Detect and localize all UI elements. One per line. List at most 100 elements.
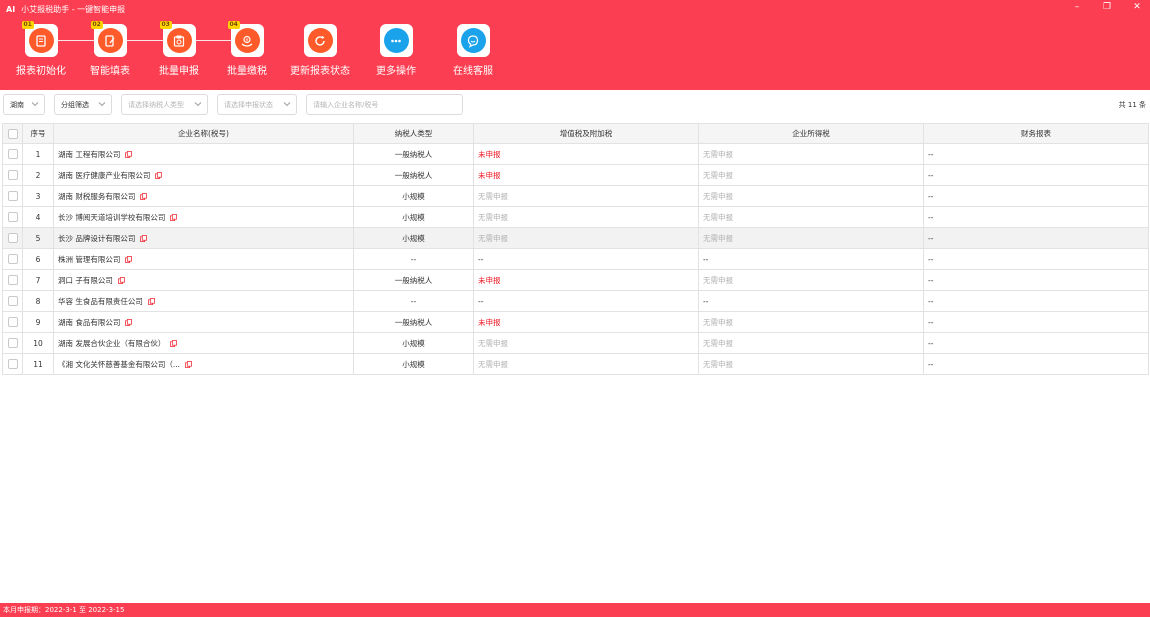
taxpayer-type-cell: -- <box>353 248 474 270</box>
table-row[interactable]: 6 株洲 管理有限公司 -- -- -- -- <box>2 248 1149 270</box>
row-checkbox[interactable] <box>2 164 23 186</box>
customer-service-icon <box>460 28 486 53</box>
table-row[interactable]: 10 湖南 发展合伙企业（有限合伙） 小规模 无需申报 无需申报 -- <box>2 332 1149 354</box>
toolbar-label: 报表初始化 <box>16 66 66 77</box>
chevron-down-icon <box>98 102 106 107</box>
vat-status-cell: 无需申报 <box>473 353 699 375</box>
copy-icon[interactable] <box>155 172 163 179</box>
search-input[interactable]: 请输入企业名称/税号 <box>306 94 463 115</box>
copy-icon[interactable] <box>125 256 133 263</box>
row-index: 3 <box>22 185 54 207</box>
table-row[interactable]: 5 长沙 品牌设计有限公司 小规模 无需申报 无需申报 -- <box>2 227 1149 249</box>
taxpayer-type-cell: 一般纳税人 <box>353 143 474 165</box>
taxpayer-type-cell: -- <box>353 290 474 312</box>
row-checkbox[interactable] <box>2 311 23 333</box>
online-service-button[interactable]: 在线客服 <box>437 24 509 77</box>
more-actions-button[interactable]: 更多操作 <box>360 24 432 77</box>
toolbar-label: 智能填表 <box>90 66 130 77</box>
row-checkbox[interactable] <box>2 290 23 312</box>
cit-status-cell: 无需申报 <box>698 332 924 354</box>
chevron-down-icon <box>194 102 202 107</box>
copy-icon[interactable] <box>125 319 133 326</box>
company-name: 湖南 医疗健康产业有限公司 <box>58 170 151 180</box>
company-table: 序号 企业名称(税号) 纳税人类型 增值税及附加税 企业所得税 财务报表 1 湖南… <box>2 123 1149 375</box>
taxpayer-type-select[interactable]: 请选择纳税人类型 <box>121 94 208 115</box>
batch-declare-icon <box>166 28 192 53</box>
table-row[interactable]: 8 华容 生食品有限责任公司 -- -- -- -- <box>2 290 1149 312</box>
copy-icon[interactable] <box>185 361 192 368</box>
row-checkbox[interactable] <box>2 185 23 207</box>
smart-fill-button[interactable]: 02 智能填表 <box>74 21 146 77</box>
table-row[interactable]: 11 《湘 文化关怀慈善基金有限公司（... 小规模 无需申报 无需申报 -- <box>2 353 1149 375</box>
cit-status-cell: 无需申报 <box>698 269 924 291</box>
taxpayer-type-cell: 小规模 <box>353 185 474 207</box>
row-index: 10 <box>22 332 54 354</box>
table-row[interactable]: 7 洞口 子有限公司 一般纳税人 未申报 无需申报 -- <box>2 269 1149 291</box>
copy-icon[interactable] <box>170 214 178 221</box>
vat-status-cell: -- <box>473 290 699 312</box>
cit-status-cell: 无需申报 <box>698 143 924 165</box>
financial-report-cell: -- <box>923 332 1149 354</box>
table-row[interactable]: 1 湖南 工程有限公司 一般纳税人 未申报 无需申报 -- <box>2 143 1149 165</box>
row-checkbox[interactable] <box>2 143 23 165</box>
copy-icon[interactable] <box>148 298 155 305</box>
financial-report-cell: -- <box>923 143 1149 165</box>
select-all-checkbox[interactable] <box>2 123 23 144</box>
column-header: 企业所得税 <box>698 123 924 144</box>
company-name-cell: 湖南 医疗健康产业有限公司 <box>53 164 354 186</box>
declare-status-select[interactable]: 请选择申报状态 <box>217 94 297 115</box>
row-checkbox[interactable] <box>2 269 23 291</box>
cit-status-cell: 无需申报 <box>698 206 924 228</box>
row-checkbox[interactable] <box>2 332 23 354</box>
row-checkbox[interactable] <box>2 206 23 228</box>
step-badge: 01 <box>21 21 34 29</box>
copy-icon[interactable] <box>140 193 148 200</box>
cit-status-cell: 无需申报 <box>698 185 924 207</box>
copy-icon[interactable] <box>125 151 133 158</box>
group-filter-select[interactable]: 分组筛选 <box>54 94 112 115</box>
column-header: 增值税及附加税 <box>473 123 699 144</box>
company-name: 长沙 品牌设计有限公司 <box>58 233 136 243</box>
company-name: 湖南 财税服务有限公司 <box>58 191 136 201</box>
company-name-cell: 株洲 管理有限公司 <box>53 248 354 270</box>
row-checkbox[interactable] <box>2 248 23 270</box>
copy-icon[interactable] <box>170 340 178 347</box>
copy-icon[interactable] <box>140 235 148 242</box>
taxpayer-type-cell: 一般纳税人 <box>353 311 474 333</box>
row-checkbox[interactable] <box>2 227 23 249</box>
taxpayer-type-cell: 小规模 <box>353 206 474 228</box>
batch-declare-button[interactable]: 03 批量申报 <box>143 21 215 77</box>
toolbar-label: 批量缴税 <box>227 66 267 77</box>
row-index: 4 <box>22 206 54 228</box>
financial-report-cell: -- <box>923 164 1149 186</box>
vat-status-cell: 无需申报 <box>473 185 699 207</box>
company-name: 株洲 管理有限公司 <box>58 254 121 264</box>
company-name: 洞口 子有限公司 <box>58 275 113 285</box>
copy-icon[interactable] <box>118 277 125 284</box>
financial-report-cell: -- <box>923 206 1149 228</box>
column-header: 纳税人类型 <box>353 123 474 144</box>
cit-status-cell: -- <box>698 248 924 270</box>
company-name-cell: 华容 生食品有限责任公司 <box>53 290 354 312</box>
svg-text:¥: ¥ <box>246 37 249 43</box>
refresh-status-button[interactable]: 更新报表状态 <box>284 24 356 77</box>
toolbar-label: 更新报表状态 <box>290 66 350 77</box>
financial-report-cell: -- <box>923 353 1149 375</box>
row-checkbox[interactable] <box>2 353 23 375</box>
company-name: 《湘 文化关怀慈善基金有限公司（... <box>58 359 181 369</box>
vat-status-cell: 无需申报 <box>473 206 699 228</box>
batch-pay-button[interactable]: 04 ¥ 批量缴税 <box>211 21 283 77</box>
more-icon <box>383 28 409 53</box>
vat-status-cell: 无需申报 <box>473 227 699 249</box>
record-count: 共 11 条 <box>1118 101 1146 109</box>
table-row[interactable]: 3 湖南 财税服务有限公司 小规模 无需申报 无需申报 -- <box>2 185 1149 207</box>
vat-status-cell: 未申报 <box>473 143 699 165</box>
financial-report-cell: -- <box>923 269 1149 291</box>
table-row[interactable]: 2 湖南 医疗健康产业有限公司 一般纳税人 未申报 无需申报 -- <box>2 164 1149 186</box>
step-badge: 04 <box>227 21 240 29</box>
taxpayer-type-cell: 小规模 <box>353 227 474 249</box>
report-init-button[interactable]: 01 报表初始化 <box>5 21 77 77</box>
table-row[interactable]: 9 湖南 食品有限公司 一般纳税人 未申报 无需申报 -- <box>2 311 1149 333</box>
table-row[interactable]: 4 长沙 博阅天道培训学校有限公司 小规模 无需申报 无需申报 -- <box>2 206 1149 228</box>
region-select[interactable]: 湖南 <box>3 94 45 115</box>
